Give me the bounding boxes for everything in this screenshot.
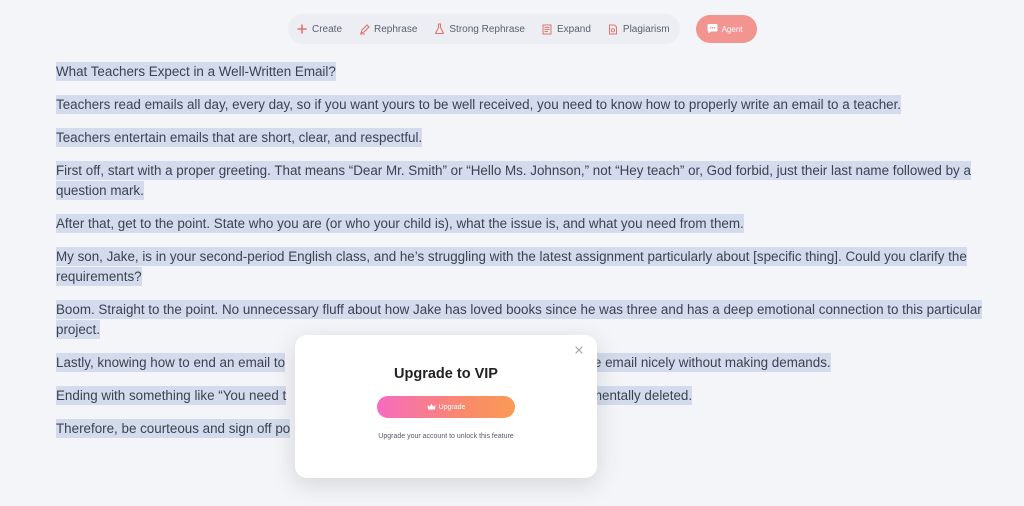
pen-icon	[358, 23, 370, 35]
rephrase-button[interactable]: Rephrase	[358, 23, 417, 35]
paragraph: Teachers read emails all day, every day,…	[56, 95, 986, 115]
paragraph-text: Therefore, be courteous and sign off po	[56, 419, 291, 438]
upgrade-modal: Upgrade to VIP Upgrade Upgrade your acco…	[295, 335, 597, 478]
paragraph-text: My son, Jake, is in your second-period E…	[56, 247, 967, 286]
crown-icon	[427, 403, 436, 412]
close-icon[interactable]	[573, 343, 585, 355]
strong-rephrase-label: Strong Rephrase	[449, 23, 525, 35]
create-label: Create	[312, 23, 343, 35]
expand-button[interactable]: Expand	[541, 23, 591, 35]
document-check-icon	[607, 23, 619, 35]
paragraph-text: Lastly, knowing how to end an email to	[56, 353, 286, 372]
paragraph: My son, Jake, is in your second-period E…	[56, 247, 986, 287]
chat-bubble-icon	[706, 23, 719, 36]
modal-title: Upgrade to VIP	[394, 366, 498, 382]
modal-note: Upgrade your account to unlock this feat…	[378, 433, 514, 440]
expand-label: Expand	[556, 23, 591, 35]
plus-icon	[296, 23, 308, 35]
paragraph: First off, start with a proper greeting.…	[56, 161, 986, 201]
flask-icon	[433, 23, 445, 35]
paragraph-text: First off, start with a proper greeting.…	[56, 161, 971, 200]
paragraph-text: What Teachers Expect in a Well-Written E…	[56, 62, 336, 81]
paragraph: Teachers entertain emails that are short…	[56, 128, 986, 148]
agent-label: Agent	[721, 24, 743, 34]
paragraph-text: Teachers entertain emails that are short…	[56, 128, 423, 147]
editor-toolbar: Create Rephrase Strong Rephrase Expand P…	[288, 14, 757, 44]
paragraph: What Teachers Expect in a Well-Written E…	[56, 62, 986, 82]
strong-rephrase-button[interactable]: Strong Rephrase	[433, 23, 525, 35]
paragraph-text: After that, get to the point. State who …	[56, 214, 744, 233]
tool-group: Create Rephrase Strong Rephrase Expand P…	[288, 14, 680, 44]
paragraph-text: Ending with something like “You need t	[56, 386, 287, 405]
paragraph: Boom. Straight to the point. No unnecess…	[56, 300, 986, 340]
paragraph: After that, get to the point. State who …	[56, 214, 986, 234]
rephrase-label: Rephrase	[374, 23, 418, 35]
plagiarism-label: Plagiarism	[622, 23, 670, 35]
create-button[interactable]: Create	[296, 23, 342, 35]
upgrade-button-label: Upgrade	[438, 403, 466, 411]
plagiarism-button[interactable]: Plagiarism	[607, 23, 670, 35]
paragraph-text: Teachers read emails all day, every day,…	[56, 95, 902, 114]
paragraph-text: Boom. Straight to the point. No unnecess…	[56, 300, 982, 339]
agent-button[interactable]: Agent	[695, 15, 757, 43]
upgrade-button[interactable]: Upgrade	[377, 396, 515, 418]
list-icon	[541, 23, 553, 35]
